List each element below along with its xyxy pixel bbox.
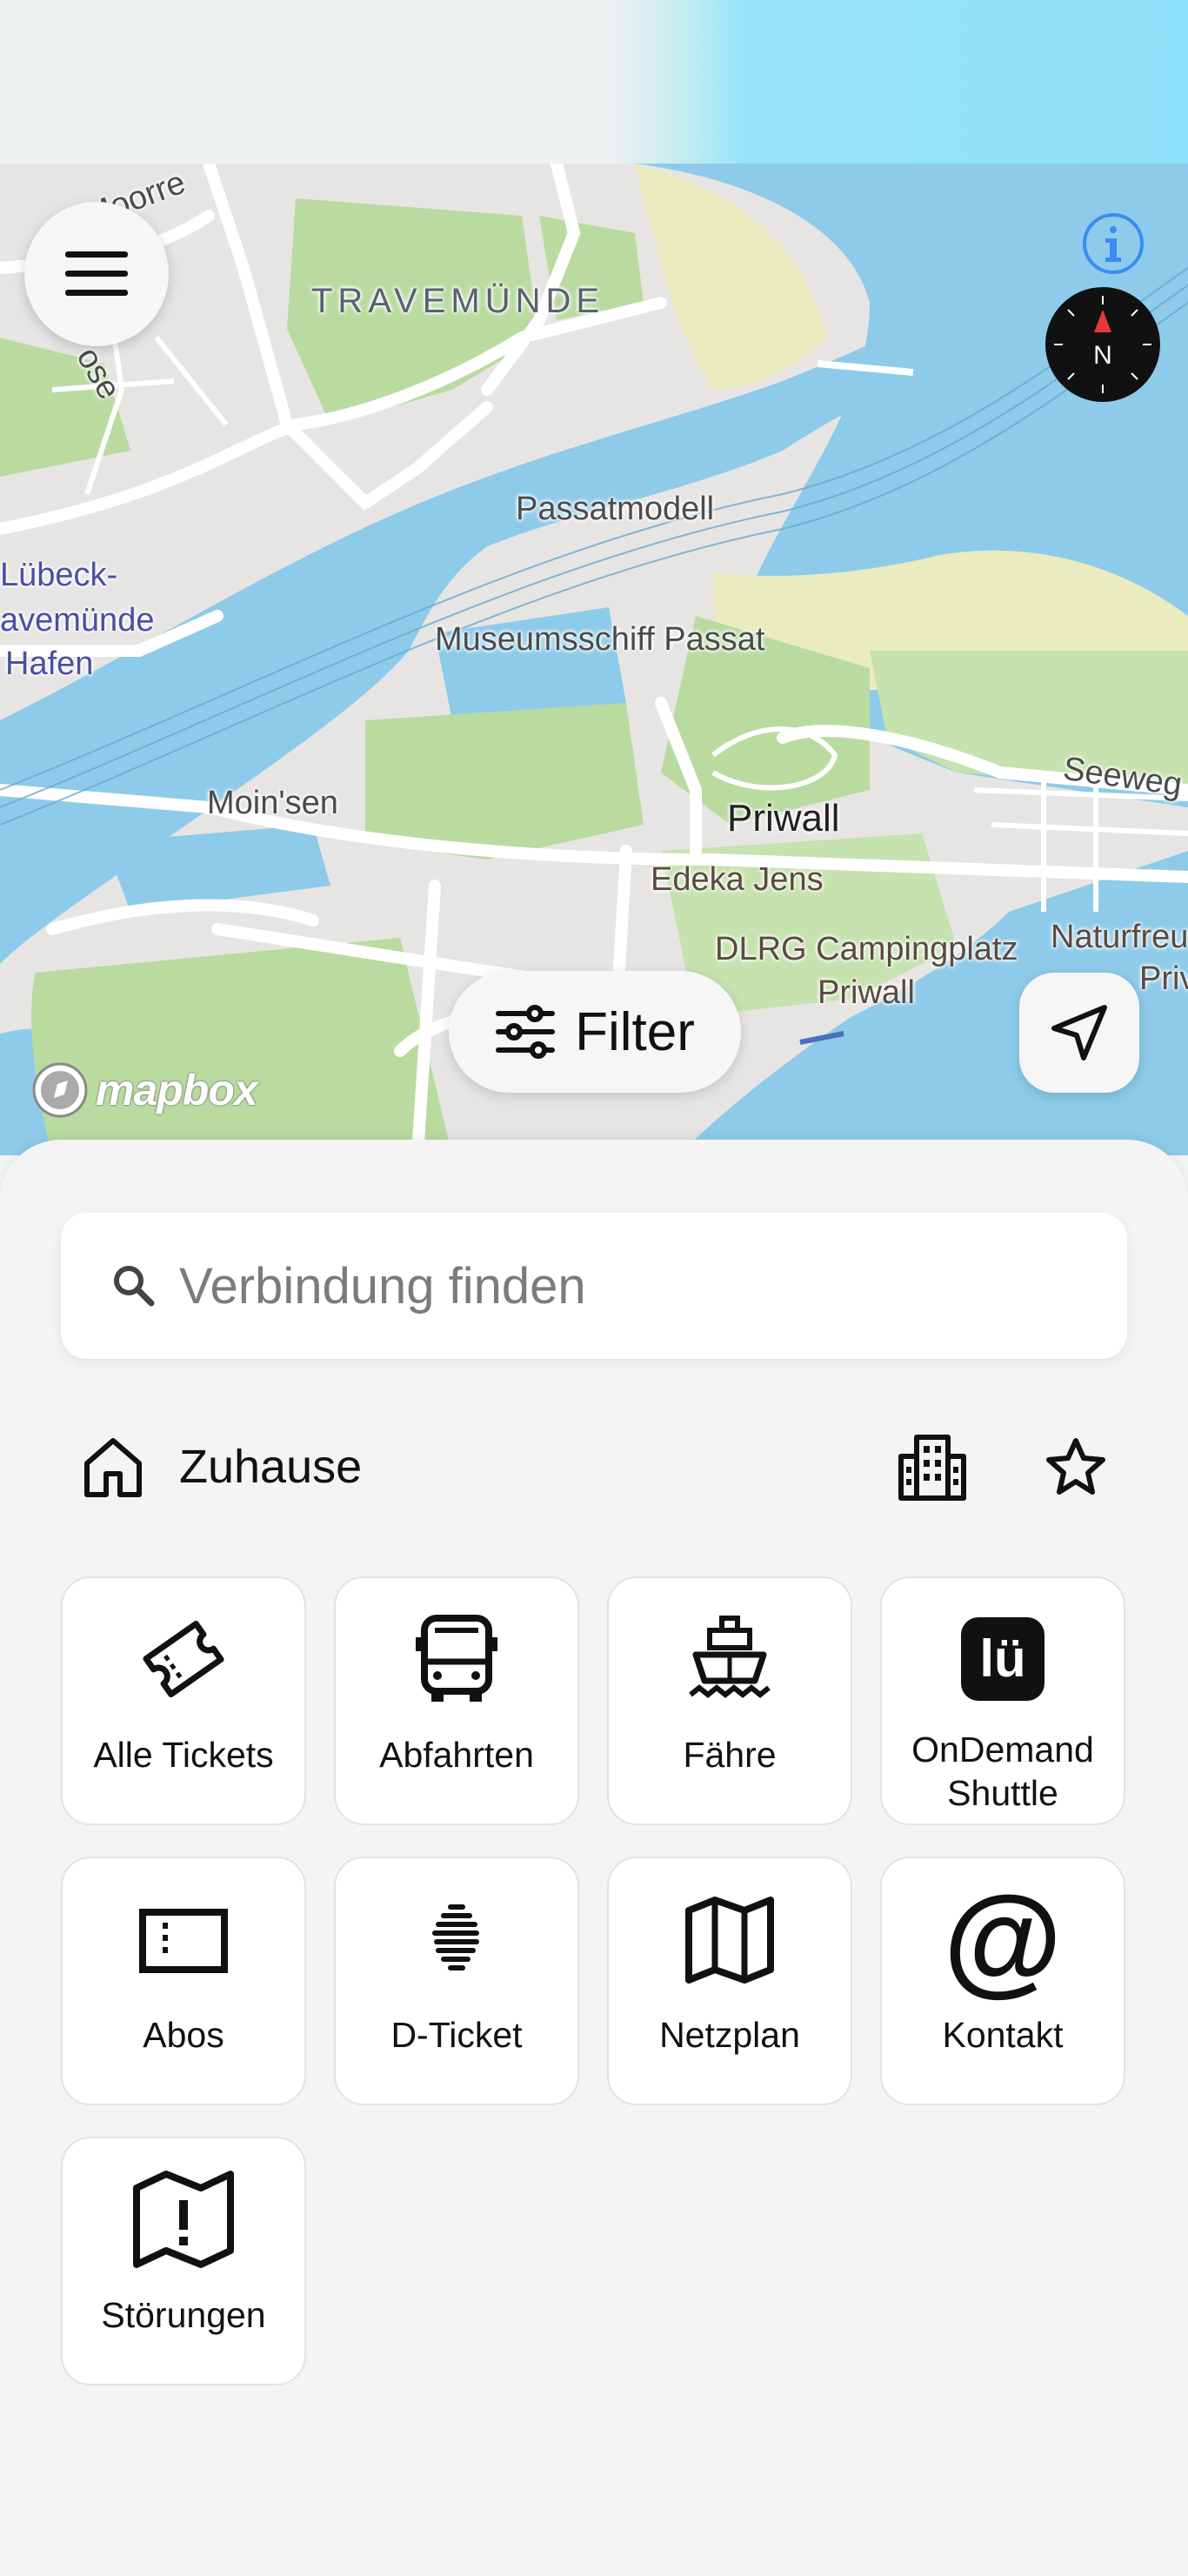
map-label-edeka: Edeka Jens <box>651 861 824 898</box>
tile-label: OnDemand Shuttle <box>911 1730 1094 1813</box>
mapbox-logo-icon <box>32 1062 88 1118</box>
hamburger-menu-icon <box>65 251 128 296</box>
subscription-ticket-icon <box>127 1883 240 1996</box>
filter-label: Filter <box>575 1001 695 1062</box>
tile-alle-tickets[interactable]: Alle Tickets <box>61 1576 306 1825</box>
disruption-map-icon <box>127 2163 240 2276</box>
tile-label: Abfahrten <box>379 1735 534 1775</box>
filter-button[interactable]: Filter <box>449 971 741 1093</box>
locate-me-button[interactable] <box>1019 973 1139 1093</box>
favorites-star-icon[interactable] <box>1045 1436 1106 1497</box>
ferry-icon <box>673 1602 786 1716</box>
at-icon: @ <box>944 1878 1063 2000</box>
map-label-luebeck-2: avemünde <box>0 602 155 639</box>
tile-label: Netzplan <box>659 2015 800 2055</box>
map-info-button[interactable] <box>1082 212 1145 275</box>
ondemand-icon-text: lü <box>979 1629 1026 1688</box>
info-icon <box>1083 213 1144 274</box>
search-bar[interactable] <box>61 1213 1127 1359</box>
mapbox-attribution[interactable]: mapbox <box>30 1060 258 1121</box>
service-tiles: Alle Tickets Abfahrten Fähre lü OnDemand… <box>61 1576 1127 2385</box>
tile-label: D-Ticket <box>390 2015 523 2055</box>
quick-destinations: Zuhause <box>61 1420 1127 1514</box>
map-label-dlrg-2: Priwall <box>818 974 915 1011</box>
at-icon-glyph: @ <box>943 1870 1063 2007</box>
sliders-icon <box>496 1005 556 1059</box>
bus-icon <box>400 1602 513 1716</box>
home-icon <box>84 1438 142 1497</box>
tile-label: Störungen <box>101 2295 266 2335</box>
map-label-naturfreunde-2: Priv <box>1139 960 1188 997</box>
search-input[interactable] <box>179 1256 1049 1315</box>
map-label-naturfreunde-1: Naturfreu <box>1051 919 1188 955</box>
map-label-priwall: Priwall <box>727 797 840 840</box>
tile-ondemand-shuttle[interactable]: lü OnDemand Shuttle <box>880 1576 1125 1825</box>
ondemand-icon: lü <box>946 1602 1059 1716</box>
menu-button[interactable] <box>24 202 169 346</box>
tile-kontakt[interactable]: @ Kontakt <box>880 1857 1125 2105</box>
mapbox-wordmark: mapbox <box>96 1066 258 1114</box>
tile-label: Kontakt <box>942 2015 1064 2055</box>
status-bar <box>0 0 1188 164</box>
tile-label: Alle Tickets <box>93 1735 274 1775</box>
tile-abfahrten[interactable]: Abfahrten <box>334 1576 579 1825</box>
map-icon <box>673 1883 786 1996</box>
tile-label: Abos <box>143 2015 224 2055</box>
work-building-icon[interactable] <box>898 1432 967 1502</box>
home-label: Zuhause <box>179 1441 363 1493</box>
tile-d-ticket[interactable]: D-Ticket <box>334 1857 579 2105</box>
map-label-moinsen: Moin'sen <box>207 785 338 821</box>
compass-button[interactable]: N <box>1045 287 1160 402</box>
map-label-travemuende: TRAVEMÜNDE <box>311 282 605 320</box>
tile-stoerungen[interactable]: Störungen <box>61 2137 306 2385</box>
ticket-icon <box>127 1602 240 1716</box>
compass-letter: N <box>1093 341 1112 370</box>
home-shortcut[interactable]: Zuhause <box>61 1435 362 1498</box>
search-icon <box>114 1266 155 1307</box>
map-label-museumsschiff: Museumsschiff Passat <box>435 621 765 658</box>
map-label-dlrg-1: DLRG Campingplatz <box>715 931 1018 967</box>
navigation-arrow-icon <box>1051 1005 1107 1061</box>
d-ticket-icon <box>400 1883 513 1996</box>
tile-abos[interactable]: Abos <box>61 1857 306 2105</box>
map-label-luebeck-1: Lübeck- <box>0 557 118 593</box>
tile-label: Fähre <box>683 1735 777 1775</box>
map-label-luebeck-3: Hafen <box>5 646 94 682</box>
tile-faehre[interactable]: Fähre <box>607 1576 852 1825</box>
tile-netzplan[interactable]: Netzplan <box>607 1857 852 2105</box>
compass-icon: N <box>1051 292 1155 397</box>
map-label-passatmodell: Passatmodell <box>516 491 715 527</box>
